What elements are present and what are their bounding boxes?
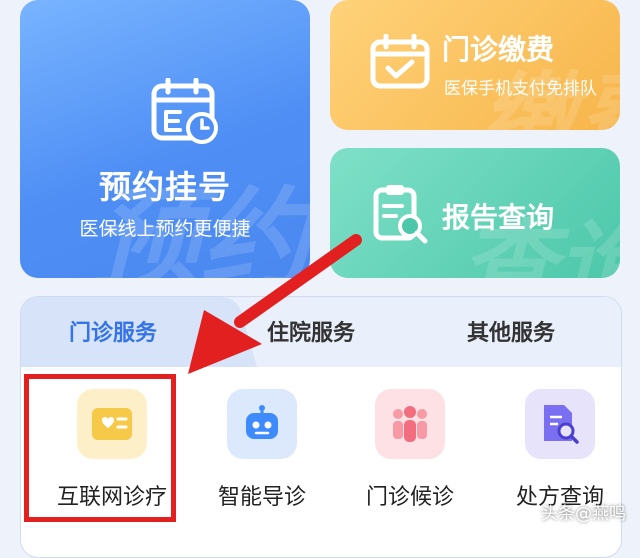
people-queue-icon: [375, 389, 445, 459]
report-card[interactable]: 查询 报告查询: [330, 148, 620, 278]
highlight-box: [24, 374, 176, 522]
brand-watermark: 头条@燕鸣: [541, 504, 626, 524]
payment-subtitle: 医保手机支付免排队: [444, 79, 597, 99]
service-smart-guide[interactable]: 智能导诊: [187, 389, 337, 511]
appointment-card[interactable]: 预约 预约挂号 医保线上预约更便捷: [20, 0, 310, 278]
tab-bar: 门诊服务 住院服务 其他服务: [21, 297, 621, 367]
service-prescription[interactable]: 处方查询: [485, 389, 621, 511]
calendar-clock-icon: [151, 78, 218, 144]
tab-outpatient[interactable]: 门诊服务: [69, 315, 157, 347]
appointment-title: 预约挂号: [98, 168, 231, 206]
report-search-icon: [373, 185, 428, 244]
tab-inpatient[interactable]: 住院服务: [267, 315, 355, 347]
prescription-search-icon: [525, 389, 595, 459]
tab-other[interactable]: 其他服务: [467, 315, 555, 347]
service-queue[interactable]: 门诊候诊: [335, 389, 485, 511]
report-title: 报告查询: [442, 201, 555, 234]
payment-title: 门诊缴费: [442, 33, 555, 66]
appointment-subtitle: 医保线上预约更便捷: [79, 218, 251, 240]
service-label: 门诊候诊: [365, 485, 454, 510]
service-label: 智能导诊: [217, 485, 306, 510]
robot-icon: [227, 389, 297, 459]
calendar-check-icon: [370, 34, 430, 89]
payment-card[interactable]: 缴费 门诊缴费 医保手机支付免排队: [330, 0, 620, 130]
